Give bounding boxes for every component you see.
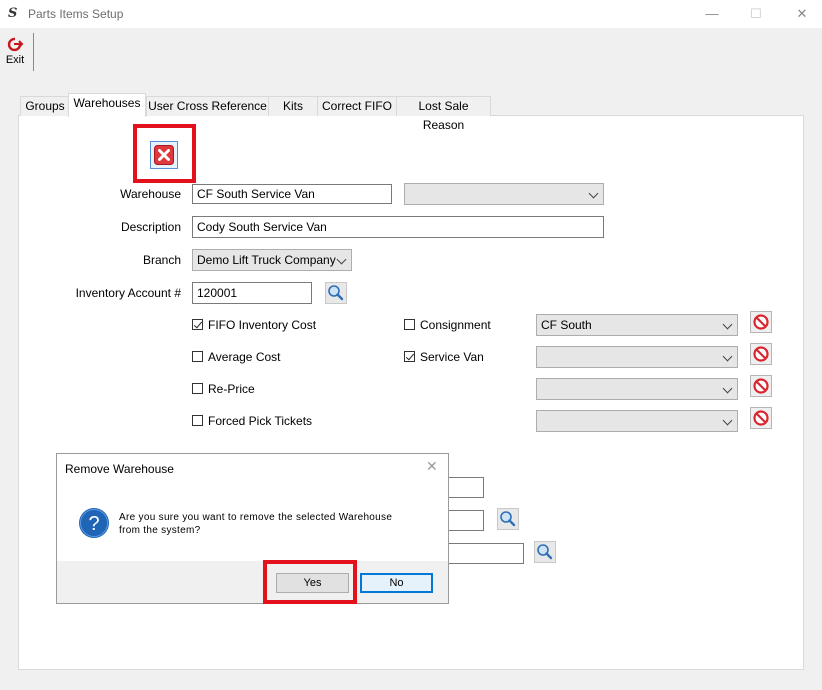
- chevron-down-icon: [722, 415, 733, 426]
- clear-consignment-button[interactable]: [750, 311, 772, 333]
- no-entry-icon: [753, 346, 769, 362]
- fifo-label: FIFO Inventory Cost: [208, 318, 317, 332]
- warehouse-label: Warehouse: [120, 187, 181, 201]
- toolbar: [0, 28, 822, 74]
- consignment-checkbox[interactable]: [404, 319, 415, 330]
- inventory-account-input[interactable]: 120001: [192, 282, 312, 304]
- chevron-down-icon: [722, 383, 733, 394]
- hidden-field-3[interactable]: [440, 543, 524, 564]
- branch-select[interactable]: Demo Lift Truck Company: [192, 249, 352, 271]
- chevron-down-icon: [722, 351, 733, 362]
- chevron-down-icon: [588, 188, 599, 199]
- consignment-label: Consignment: [420, 318, 491, 332]
- dialog-message-line-1: Are you sure you want to remove the sele…: [119, 512, 393, 523]
- clear-service-van-button[interactable]: [750, 343, 772, 365]
- forced-pick-label: Forced Pick Tickets: [208, 414, 313, 428]
- consignment-select[interactable]: CF South: [536, 314, 738, 336]
- delete-x-icon: [154, 145, 174, 165]
- description-label: Description: [120, 220, 181, 234]
- inventory-account-search-button[interactable]: [325, 282, 347, 304]
- average-cost-label: Average Cost: [208, 350, 281, 364]
- close-window-button[interactable]: ✕: [788, 4, 816, 24]
- tab-kits[interactable]: Kits: [268, 96, 318, 116]
- svg-text:?: ?: [88, 513, 99, 535]
- forced-pick-checkbox[interactable]: [192, 415, 203, 426]
- service-van-select[interactable]: [536, 346, 738, 368]
- tab-warehouses[interactable]: Warehouses: [68, 93, 146, 117]
- search-icon: [328, 285, 344, 301]
- row4-select[interactable]: [536, 410, 738, 432]
- branch-select-value: Demo Lift Truck Company: [197, 253, 336, 267]
- branch-label: Branch: [142, 253, 181, 267]
- hidden-field-2-search-button[interactable]: [497, 508, 519, 530]
- no-entry-icon: [753, 378, 769, 394]
- service-van-checkbox[interactable]: [404, 351, 415, 362]
- clear-row4-button[interactable]: [750, 407, 772, 429]
- tab-lost-sale-reason[interactable]: Lost Sale Reason: [396, 96, 491, 132]
- search-icon: [500, 511, 516, 527]
- minimize-button[interactable]: —: [698, 4, 726, 24]
- warehouse-input[interactable]: CF South Service Van: [192, 184, 392, 204]
- delete-warehouse-button[interactable]: [150, 141, 178, 169]
- consignment-select-value: CF South: [541, 318, 592, 332]
- maximize-button[interactable]: ☐: [742, 4, 770, 24]
- clear-row3-button[interactable]: [750, 375, 772, 397]
- inventory-account-label: Inventory Account #: [75, 286, 181, 300]
- reprice-checkbox[interactable]: [192, 383, 203, 394]
- exit-icon: [7, 37, 24, 52]
- service-van-label: Service Van: [420, 350, 484, 364]
- no-entry-icon: [753, 410, 769, 426]
- app-logo-icon: S: [8, 6, 18, 21]
- tab-groups[interactable]: Groups: [20, 96, 70, 116]
- fifo-checkbox[interactable]: [192, 319, 203, 330]
- yes-button[interactable]: Yes: [276, 573, 349, 593]
- question-icon: ?: [79, 508, 109, 538]
- description-input[interactable]: Cody South Service Van: [192, 216, 604, 238]
- toolbar-divider: [33, 33, 34, 71]
- search-icon: [537, 544, 553, 560]
- hidden-field-3-search-button[interactable]: [534, 541, 556, 563]
- row3-select[interactable]: [536, 378, 738, 400]
- dialog-close-button[interactable]: ✕: [426, 458, 440, 474]
- chevron-down-icon: [336, 254, 347, 265]
- tab-correct-fifo[interactable]: Correct FIFO: [317, 96, 397, 116]
- exit-label: Exit: [5, 54, 25, 66]
- no-entry-icon: [753, 314, 769, 330]
- window-title: Parts Items Setup: [28, 7, 124, 21]
- exit-button[interactable]: Exit: [2, 36, 28, 70]
- dialog-title: Remove Warehouse: [65, 462, 174, 476]
- dialog-message-line-2: from the system?: [119, 525, 201, 536]
- tab-user-cross-reference[interactable]: User Cross Reference: [146, 96, 269, 116]
- chevron-down-icon: [722, 319, 733, 330]
- average-cost-checkbox[interactable]: [192, 351, 203, 362]
- no-button[interactable]: No: [360, 573, 433, 593]
- reprice-label: Re-Price: [208, 382, 255, 396]
- warehouse-select[interactable]: [404, 183, 604, 205]
